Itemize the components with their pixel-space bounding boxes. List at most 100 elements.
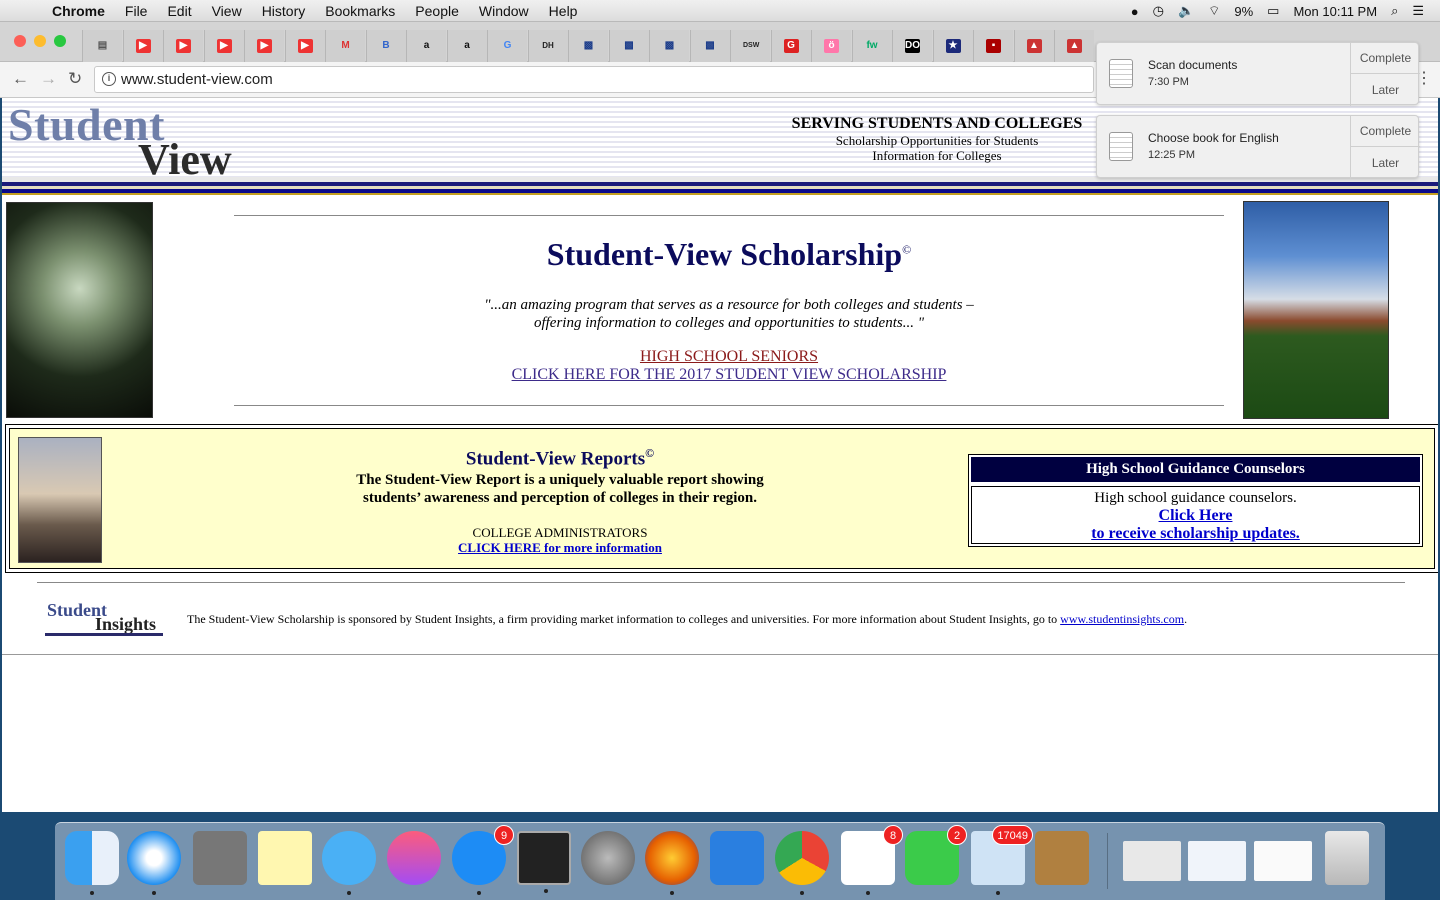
minimize-window-button[interactable] — [34, 35, 46, 47]
menu-help[interactable]: Help — [549, 3, 578, 19]
volume-icon[interactable]: 🔈 — [1178, 3, 1194, 19]
notification-time: 12:25 PM — [1148, 149, 1196, 161]
tab[interactable]: ▶ — [284, 30, 325, 62]
menu-bookmarks[interactable]: Bookmarks — [325, 3, 395, 19]
google-icon: G — [503, 40, 512, 51]
tab[interactable]: ▶ — [163, 30, 203, 62]
click-here-link[interactable]: Click Here — [972, 507, 1419, 525]
scholarship-updates-link[interactable]: to receive scholarship updates. — [972, 525, 1419, 543]
reminders-icon[interactable]: 8 — [841, 825, 903, 895]
tab[interactable]: DO — [892, 30, 932, 62]
chrome-icon[interactable] — [775, 831, 829, 895]
mail-icon[interactable]: 17049 — [971, 825, 1033, 895]
minimized-window-chrome-icon[interactable] — [1123, 841, 1181, 881]
time-machine-icon[interactable]: ◷ — [1153, 3, 1164, 19]
tab[interactable]: a — [406, 30, 446, 62]
divider-line — [2, 654, 1438, 655]
student-insights-logo[interactable]: Student Insights — [45, 600, 163, 638]
reminder-notification[interactable]: Choose book for English 12:25 PM Complet… — [1096, 115, 1420, 179]
tab[interactable]: DH — [527, 30, 568, 62]
activity-monitor-icon[interactable] — [517, 831, 571, 893]
app-store-icon[interactable]: 9 — [452, 825, 514, 895]
tab[interactable]: a — [446, 30, 487, 62]
notification-center-icon[interactable]: ☰ — [1412, 3, 1424, 19]
gmail-icon: M — [341, 40, 350, 51]
notification-title: Scan documents — [1148, 58, 1238, 72]
tab[interactable]: B — [365, 30, 406, 62]
tab[interactable]: ▩ — [649, 30, 689, 62]
menu-window[interactable]: Window — [479, 3, 529, 19]
scholarship-2017-link[interactable]: CLICK HERE FOR THE 2017 STUDENT VIEW SCH… — [234, 366, 1224, 384]
safari-icon[interactable] — [127, 831, 181, 895]
battery-percent[interactable]: 9% — [1234, 4, 1253, 19]
tab[interactable]: ▩ — [568, 30, 608, 62]
messages-icon[interactable] — [322, 831, 376, 895]
tab[interactable]: fw — [851, 30, 892, 62]
notification-dot-icon[interactable]: ● — [1131, 4, 1139, 19]
spotlight-icon[interactable]: ⌕ — [1391, 3, 1398, 19]
menu-view[interactable]: View — [212, 3, 242, 19]
youtube-icon: ▶ — [297, 39, 313, 53]
minimized-window-chrome-icon[interactable] — [1254, 841, 1312, 881]
clock[interactable]: Mon 10:11 PM — [1293, 4, 1377, 19]
zoom-window-button[interactable] — [54, 35, 66, 47]
tab[interactable]: ★ — [932, 30, 973, 62]
later-button[interactable]: Later — [1351, 74, 1420, 105]
itunes-icon[interactable] — [387, 831, 441, 885]
tab[interactable]: ▶ — [203, 30, 244, 62]
url-text[interactable]: www.student-view.com — [121, 71, 273, 88]
quote-line-1: "...an amazing program that serves as a … — [484, 297, 974, 313]
trash-icon[interactable] — [1325, 831, 1369, 885]
menu-history[interactable]: History — [262, 3, 306, 19]
complete-button[interactable]: Complete — [1351, 43, 1420, 74]
tab[interactable]: M — [325, 30, 365, 62]
contacts-icon[interactable] — [1035, 831, 1089, 885]
tab[interactable]: ▲ — [1013, 30, 1054, 62]
site-info-icon[interactable]: i — [102, 72, 116, 86]
student-insights-link[interactable]: www.studentinsights.com — [1060, 612, 1184, 626]
finder-icon[interactable] — [65, 831, 119, 895]
system-preferences-icon[interactable] — [581, 831, 635, 885]
facetime-icon[interactable]: 2 — [905, 825, 967, 885]
running-indicator — [152, 891, 156, 895]
notification-time: 7:30 PM — [1148, 76, 1189, 88]
tab[interactable]: ▤ — [82, 30, 122, 62]
scholarship-title-text: Student-View Scholarship — [546, 236, 903, 272]
word-icon[interactable] — [710, 831, 764, 885]
more-information-link[interactable]: CLICK HERE for more information — [260, 540, 860, 555]
reminder-notification[interactable]: Scan documents 7:30 PM Complete Later — [1096, 42, 1420, 106]
complete-button[interactable]: Complete — [1351, 116, 1420, 147]
menu-edit[interactable]: Edit — [167, 3, 191, 19]
tab[interactable]: ö — [811, 30, 851, 62]
menu-people[interactable]: People — [415, 3, 459, 19]
close-window-button[interactable] — [14, 35, 26, 47]
back-icon[interactable]: ← — [12, 69, 29, 89]
wifi-icon[interactable]: ⌔ — [1208, 3, 1220, 19]
firefox-icon[interactable] — [645, 831, 699, 895]
sponsor-text-end: . — [1184, 612, 1188, 626]
tab[interactable]: G — [487, 30, 527, 62]
tab[interactable]: ▶ — [122, 30, 163, 62]
tab[interactable]: ▪ — [973, 30, 1013, 62]
tab[interactable]: ▩ — [608, 30, 649, 62]
tab[interactable]: ▩ — [689, 30, 730, 62]
youtube-icon: ▶ — [257, 39, 272, 53]
minimized-window-firefox-icon[interactable] — [1188, 841, 1246, 881]
reload-icon[interactable]: ↻ — [68, 69, 82, 89]
menu-file[interactable]: File — [125, 3, 148, 19]
menu-app-chrome[interactable]: Chrome — [52, 3, 105, 19]
battery-icon[interactable]: ▭ — [1267, 3, 1279, 19]
notes-icon[interactable] — [258, 831, 312, 885]
amazon-icon: a — [464, 40, 470, 51]
calculator-icon[interactable] — [193, 831, 247, 885]
tab[interactable]: ▲ — [1054, 30, 1094, 62]
later-button[interactable]: Later — [1351, 147, 1420, 178]
tab[interactable]: G — [770, 30, 811, 62]
forward-icon[interactable]: → — [40, 69, 57, 89]
reports-description: The Student-View Report is a uniquely va… — [260, 471, 860, 507]
high-school-seniors-link[interactable]: HIGH SCHOOL SENIORS — [234, 348, 1224, 366]
tab[interactable]: DSW — [730, 30, 770, 62]
address-bar[interactable]: i www.student-view.com — [94, 66, 1094, 93]
scholarship-title: Student-View Scholarship© — [234, 236, 1224, 273]
tab[interactable]: ▶ — [244, 30, 284, 62]
